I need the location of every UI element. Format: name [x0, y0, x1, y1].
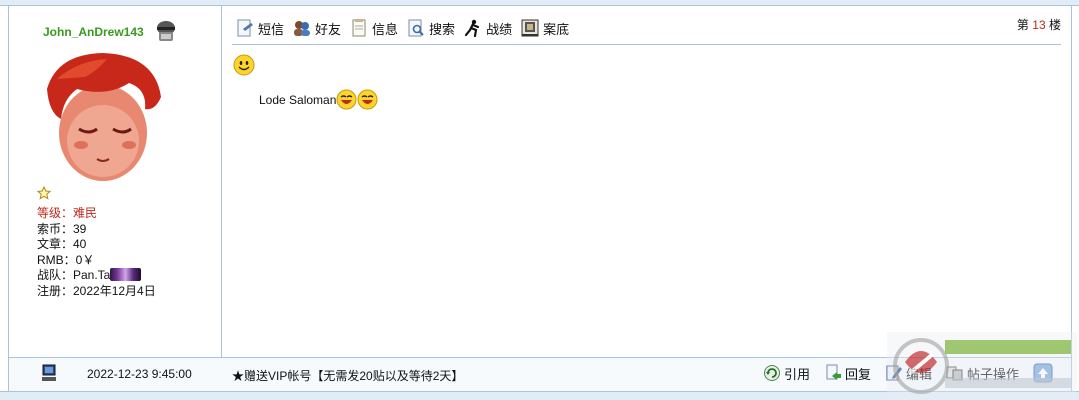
user-rmb: RMB：0￥	[37, 252, 95, 267]
post-text: Lode Saloman	[259, 92, 337, 107]
top-bar	[0, 0, 1079, 6]
user-info: 等级：难民 索币：39 文章：40 RMB：0￥ 战队：Pan.Ta 注册：20…	[37, 206, 156, 299]
rank-star-icon	[37, 186, 51, 200]
post-timestamp: 2022-12-23 9:45:00	[87, 367, 192, 381]
left-border	[8, 6, 9, 391]
toolbar-search-label: 搜索	[429, 21, 456, 37]
toolbar-separator	[232, 44, 1061, 45]
post-content: Lode Saloman	[259, 89, 378, 110]
user-team-label: 战队：Pan.Ta	[37, 268, 111, 282]
column-divider	[221, 6, 222, 391]
record-icon	[464, 19, 480, 38]
user-team: 战队：Pan.Ta	[37, 268, 156, 284]
user-coins: 索币：39	[37, 221, 87, 236]
toolbar-friends-label: 好友	[315, 21, 342, 37]
toolbar-file-label: 案底	[543, 21, 570, 37]
quote-label: 引用	[784, 366, 811, 382]
floor-suffix: 楼	[1048, 18, 1061, 32]
user-level: 等级：难民	[37, 206, 98, 220]
toolbar-record-label: 战绩	[486, 21, 513, 37]
reply-button[interactable]: 回复	[824, 364, 871, 383]
toolbar-info[interactable]: 信息	[349, 18, 398, 38]
toolbar-info-label: 信息	[372, 21, 399, 37]
reply-label: 回复	[845, 366, 872, 382]
site-watermark-logo	[887, 332, 1077, 400]
floor-value: 13	[1032, 18, 1046, 32]
user-toolbar: 短信 好友 信息 搜索 战绩 案底	[235, 17, 569, 39]
floor-number: 第 13 楼	[1017, 16, 1061, 33]
toolbar-friends[interactable]: 好友	[292, 18, 341, 38]
toolbar-sms[interactable]: 短信	[235, 18, 284, 38]
user-registered: 注册：2022年12月4日	[37, 283, 156, 298]
quote-icon	[764, 365, 780, 381]
online-status-icon	[157, 21, 175, 41]
search-icon	[408, 19, 424, 37]
toolbar-file[interactable]: 案底	[520, 18, 569, 38]
quote-button[interactable]: 引用	[763, 364, 810, 383]
toolbar-search[interactable]: 搜索	[406, 18, 455, 38]
username-link[interactable]: John_AnDrew143	[43, 25, 144, 39]
computer-icon	[42, 364, 56, 381]
user-avatar[interactable]	[37, 49, 170, 182]
friends-icon	[294, 21, 311, 36]
reply-icon	[826, 364, 842, 380]
toolbar-record[interactable]: 战绩	[463, 18, 512, 38]
post-container: John_AnDrew143 等级：难民 索币：39 文章：40 RMB：0￥ …	[0, 0, 1079, 400]
laugh-emoticon-icon	[336, 89, 357, 110]
smile-emoticon-icon	[233, 54, 255, 76]
laugh-emoticon-icon	[357, 89, 378, 110]
vip-promo-link[interactable]: ★赠送VIP帐号【无需发20贴以及等待2天】	[232, 367, 463, 384]
sms-icon	[237, 19, 253, 37]
team-badge-icon[interactable]	[110, 268, 142, 281]
info-icon	[352, 19, 366, 37]
user-posts: 文章：40	[37, 237, 87, 251]
toolbar-sms-label: 短信	[258, 21, 285, 37]
file-icon	[521, 19, 539, 37]
floor-prefix: 第	[1016, 18, 1029, 32]
